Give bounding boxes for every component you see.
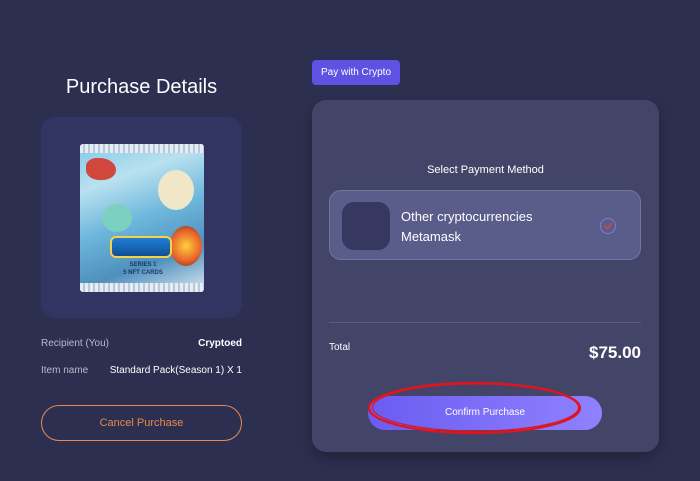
payment-method-subtitle: Metamask <box>401 229 461 244</box>
divider <box>329 322 641 323</box>
pack-art-fire <box>170 226 202 266</box>
payment-method-title: Other cryptocurrencies <box>401 209 533 224</box>
total-amount: $75.00 <box>589 343 641 362</box>
recipient-row: Recipient (You) Cryptoed <box>41 337 242 351</box>
cancel-purchase-button[interactable]: Cancel Purchase <box>41 405 242 441</box>
pack-series-label: SERIES 1 <box>129 262 157 268</box>
select-payment-method-label: Select Payment Method <box>427 164 544 176</box>
pay-with-crypto-tab[interactable]: Pay with Crypto <box>312 60 400 85</box>
pack-art-creature-2 <box>102 204 132 232</box>
item-name-row: Item name Standard Pack(Season 1) X 1 <box>41 364 242 378</box>
confirm-purchase-button[interactable]: Confirm Purchase <box>368 396 602 430</box>
total-label: Total <box>329 342 351 353</box>
pack-art-red <box>86 158 116 180</box>
selected-check-icon[interactable] <box>600 218 616 234</box>
item-name-value: Standard Pack(Season 1) X 1 <box>109 365 242 376</box>
payment-method-icon <box>342 202 390 250</box>
item-name-label: Item name <box>41 365 89 376</box>
pack-crimp-bottom <box>80 283 204 292</box>
product-pack-image: SERIES 1 5 NFT CARDS <box>80 144 204 292</box>
page-title: Purchase Details <box>65 76 218 98</box>
pack-logo <box>110 236 172 258</box>
pack-art-creature <box>158 170 194 210</box>
payment-method-option[interactable]: Other cryptocurrencies Metamask <box>329 190 641 260</box>
recipient-value: Cryptoed <box>198 338 242 349</box>
recipient-label: Recipient (You) <box>41 338 110 349</box>
payment-panel: Select Payment Method Other cryptocurren… <box>312 100 659 452</box>
pack-crimp-top <box>80 144 204 153</box>
pack-card-count-label: 5 NFT CARDS <box>123 270 163 276</box>
